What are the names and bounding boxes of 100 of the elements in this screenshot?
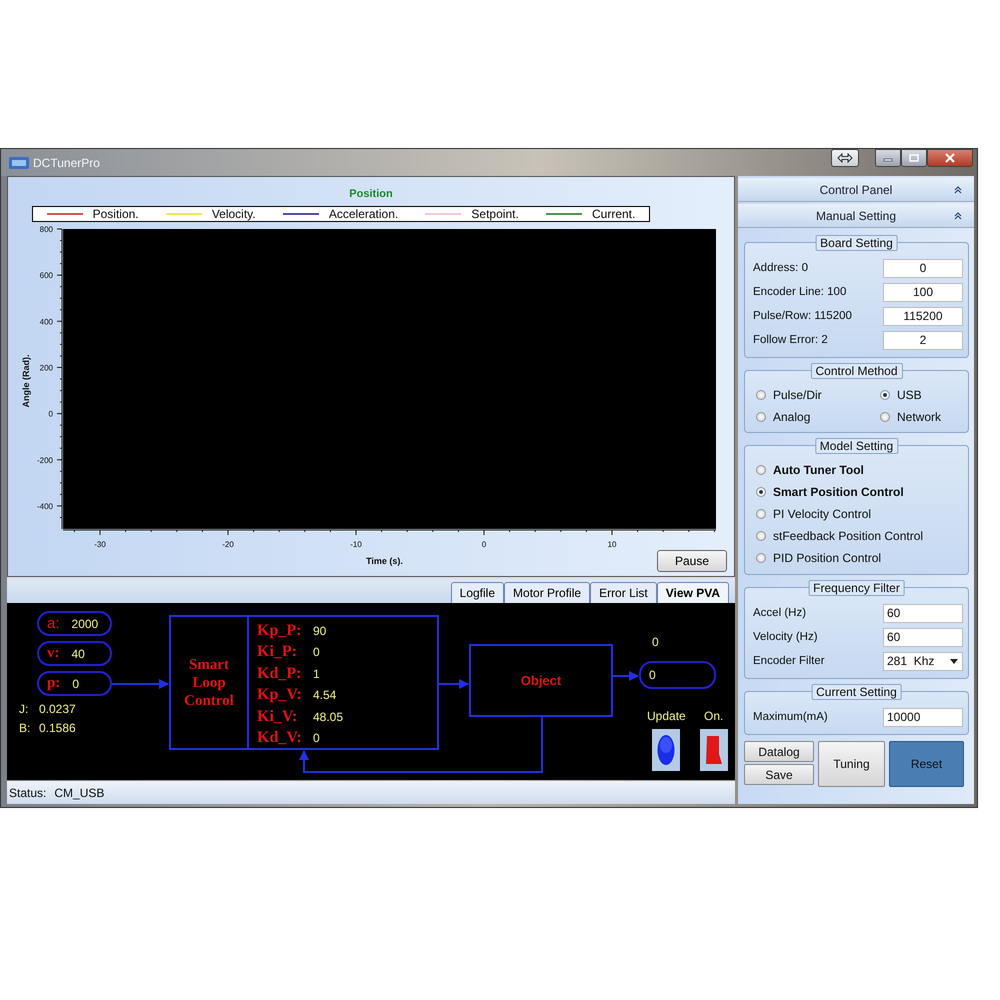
radio-label: PID Position Control bbox=[773, 551, 882, 565]
gain-label: Kd_P: bbox=[257, 664, 302, 683]
input-value: 0 bbox=[72, 676, 80, 690]
group-title: Frequency Filter bbox=[808, 580, 905, 596]
input-label: v: bbox=[47, 645, 60, 662]
rocker-switch-icon bbox=[705, 734, 723, 766]
pause-button[interactable]: Pause bbox=[657, 550, 727, 572]
input-field[interactable]: 60 bbox=[883, 628, 963, 646]
input-field[interactable]: 2 bbox=[883, 330, 963, 350]
radio-button[interactable] bbox=[756, 509, 766, 519]
radio-label: Analog bbox=[773, 410, 810, 424]
y-tick-label: -200 bbox=[36, 456, 53, 465]
radio-label: USB bbox=[897, 388, 922, 402]
section-header[interactable]: Manual Setting bbox=[738, 204, 974, 228]
dropdown[interactable]: 281 Khz bbox=[883, 652, 963, 670]
radio-button[interactable] bbox=[880, 412, 890, 422]
input-value: 2000 bbox=[72, 616, 98, 630]
output-value: 0 bbox=[649, 668, 656, 682]
legend-label: Acceleration. bbox=[328, 207, 398, 221]
input-field[interactable]: 100 bbox=[883, 282, 963, 302]
y-axis-label: Angle (Rad). bbox=[21, 354, 31, 408]
y-tick-label: 800 bbox=[40, 225, 53, 234]
y-tick-label: 400 bbox=[40, 317, 53, 326]
panel-header[interactable]: Control Panel bbox=[738, 178, 974, 202]
radio-button[interactable] bbox=[756, 390, 766, 400]
x-tick-label: 0 bbox=[482, 540, 486, 549]
gain-value: 90 bbox=[313, 624, 326, 638]
tab[interactable]: Motor Profile bbox=[504, 582, 590, 603]
input-field[interactable]: 0 bbox=[883, 258, 963, 278]
tuning-button[interactable]: Tuning bbox=[818, 741, 885, 787]
x-tick-label: 10 bbox=[608, 540, 616, 549]
x-tick-label: -30 bbox=[94, 540, 106, 549]
gain-value: 48.05 bbox=[313, 710, 344, 724]
swap-button[interactable] bbox=[831, 149, 859, 167]
status-label: Status: bbox=[9, 786, 46, 800]
section-title: Manual Setting bbox=[816, 208, 896, 222]
legend-label: Current. bbox=[592, 207, 636, 221]
radio-button[interactable] bbox=[880, 390, 890, 400]
y-tick-label: 600 bbox=[40, 271, 53, 280]
collapse-icon bbox=[954, 212, 962, 220]
input-value: 40 bbox=[72, 646, 85, 660]
power-switch[interactable] bbox=[700, 729, 728, 771]
radio-label: stFeedback Position Control bbox=[773, 529, 924, 543]
inertia-label: J: bbox=[19, 702, 28, 716]
radio-label: Auto Tuner Tool bbox=[773, 463, 864, 477]
save-button[interactable]: Save bbox=[744, 764, 814, 785]
gain-label: Ki_V: bbox=[257, 708, 298, 726]
damping-value: 0.1586 bbox=[39, 721, 76, 735]
switch-label: On. bbox=[704, 709, 724, 723]
close-button[interactable] bbox=[927, 149, 973, 167]
tab[interactable]: View PVA bbox=[656, 582, 729, 603]
datalog-button[interactable]: Datalog bbox=[744, 741, 814, 762]
connector-arrow bbox=[613, 671, 639, 681]
input-label: p: bbox=[47, 675, 60, 692]
radio-button[interactable] bbox=[756, 553, 766, 563]
radio-label: Pulse/Dir bbox=[773, 388, 822, 402]
object-block: Object bbox=[469, 644, 613, 717]
chart-title: Position bbox=[349, 188, 393, 200]
input-field[interactable]: 115200 bbox=[883, 306, 963, 326]
radio-button[interactable] bbox=[756, 465, 766, 475]
maximize-button[interactable] bbox=[901, 149, 927, 167]
group-title: Board Setting bbox=[815, 235, 898, 251]
update-label: Update bbox=[647, 709, 686, 723]
field-label: Encoder Filter bbox=[753, 655, 825, 667]
window-title: DCTunerPro bbox=[33, 156, 100, 170]
legend-label: Position. bbox=[92, 207, 139, 221]
update-button[interactable] bbox=[652, 729, 680, 771]
double-arrow-icon bbox=[837, 153, 853, 163]
reset-button[interactable]: Reset bbox=[889, 741, 964, 787]
field-label: Velocity (Hz) bbox=[753, 631, 818, 643]
radio-button[interactable] bbox=[756, 412, 766, 422]
radio-label: Network bbox=[897, 410, 942, 424]
tab[interactable]: Logfile bbox=[450, 582, 504, 603]
output-reading: 0 bbox=[652, 635, 659, 649]
radio-label: PI Velocity Control bbox=[773, 507, 872, 521]
x-axis-label: Time (s). bbox=[366, 556, 403, 566]
oval-icon bbox=[657, 734, 675, 766]
gain-label: Kp_V: bbox=[257, 686, 303, 704]
input-field[interactable]: 60 bbox=[883, 604, 963, 622]
legend-label: Velocity. bbox=[212, 207, 256, 221]
gain-value: 1 bbox=[313, 666, 320, 681]
field-label: Encoder Line: 100 bbox=[753, 286, 846, 298]
input-field[interactable]: 10000 bbox=[883, 708, 963, 726]
tab[interactable]: Error List bbox=[590, 582, 657, 603]
y-tick-label: 200 bbox=[40, 363, 53, 372]
controller-title: Smart Loop Control bbox=[183, 656, 235, 710]
collapse-icon bbox=[954, 186, 962, 194]
maximize-icon bbox=[909, 154, 919, 162]
dropdown-arrow-icon bbox=[950, 658, 958, 664]
x-tick-label: -20 bbox=[222, 540, 234, 549]
damping-label: B: bbox=[19, 721, 30, 735]
radio-button[interactable] bbox=[756, 487, 766, 497]
gain-label: Kp_P: bbox=[257, 622, 302, 640]
group-title: Current Setting bbox=[811, 684, 902, 700]
x-tick-label: -10 bbox=[350, 540, 362, 549]
radio-button[interactable] bbox=[756, 531, 766, 541]
field-label: Address: 0 bbox=[753, 262, 808, 274]
app-icon bbox=[9, 156, 29, 170]
group-title: Control Method bbox=[810, 363, 903, 379]
minimize-button[interactable] bbox=[875, 149, 901, 167]
